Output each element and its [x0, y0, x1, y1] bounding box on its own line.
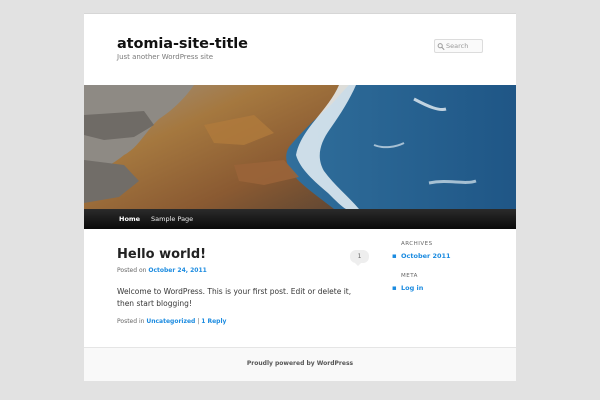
archives-widget-title: ARCHIVES [401, 241, 433, 247]
meta-separator: | [197, 318, 200, 325]
footer-credit-link[interactable]: Proudly powered by WordPress [84, 348, 516, 380]
meta-list-item: Log in [392, 284, 501, 292]
header-image [84, 85, 516, 209]
site-description: Just another WordPress site [117, 53, 214, 61]
nav-item-sample-page[interactable]: Sample Page [151, 209, 193, 229]
meta-widget: META Log in [392, 273, 501, 292]
site-title[interactable]: atomia-site-title [117, 36, 248, 52]
meta-widget-title: META [401, 273, 418, 279]
post-date-link[interactable]: October 24, 2011 [148, 267, 206, 274]
post-title[interactable]: Hello world! [117, 247, 206, 262]
post-footer-meta: Posted in Uncategorized | 1 Reply [117, 318, 226, 325]
sidebar: ARCHIVES October 2011 META Log in [392, 241, 501, 292]
site-footer: Proudly powered by WordPress [84, 347, 516, 381]
category-link[interactable]: Uncategorized [146, 318, 195, 325]
search-form[interactable] [434, 39, 483, 53]
login-link[interactable]: Log in [401, 284, 423, 292]
posted-in-label: Posted in [117, 318, 145, 325]
post-content: Welcome to WordPress. This is your first… [117, 287, 352, 308]
comment-count-bubble[interactable]: 1 [350, 250, 369, 266]
nav-item-home[interactable]: Home [119, 209, 140, 229]
search-input[interactable] [446, 42, 482, 50]
archives-widget: ARCHIVES October 2011 [392, 241, 501, 260]
post-meta: Posted on October 24, 2011 [117, 267, 207, 274]
archive-link[interactable]: October 2011 [401, 252, 451, 260]
archive-list-item: October 2011 [392, 252, 501, 260]
main-navigation: Home Sample Page [84, 209, 516, 229]
page-container: atomia-site-title Just another WordPress… [84, 13, 516, 381]
posted-on-label: Posted on [117, 267, 147, 274]
reply-link[interactable]: 1 Reply [201, 318, 226, 325]
coastline-photo [84, 85, 516, 209]
search-icon [437, 42, 445, 50]
